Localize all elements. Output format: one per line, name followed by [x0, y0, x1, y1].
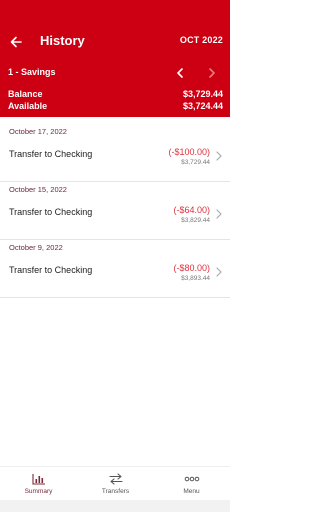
bottom-tab-bar: Summary Transfers Menu — [0, 466, 230, 501]
transaction-amount: (-$64.00) — [173, 205, 210, 215]
month-label[interactable]: OCT 2022 — [180, 35, 223, 45]
transfer-arrows-icon — [108, 473, 123, 485]
transaction-amount: (-$100.00) — [168, 147, 210, 157]
back-arrow-icon — [10, 36, 22, 48]
chevron-right-icon — [216, 151, 222, 161]
next-account-button[interactable] — [204, 64, 220, 82]
tab-menu[interactable]: Menu — [153, 467, 230, 501]
transaction-description: Transfer to Checking — [9, 207, 93, 217]
balance-value: $3,729.44 — [182, 89, 223, 99]
system-navigation-bar — [0, 500, 230, 512]
transaction-running-balance: $3,829.44 — [181, 217, 210, 224]
chevron-left-icon — [177, 68, 183, 78]
previous-account-button[interactable] — [172, 64, 188, 82]
back-button[interactable] — [6, 31, 26, 53]
balance-label: Balance — [8, 89, 43, 99]
header: History OCT 2022 1 - Savings Balance $3,… — [0, 0, 230, 117]
account-name: 1 - Savings — [8, 67, 56, 77]
transaction-description: Transfer to Checking — [9, 149, 93, 159]
available-value: $3,724.44 — [182, 101, 223, 111]
title-bar: History OCT 2022 — [0, 28, 230, 56]
transaction-description: Transfer to Checking — [9, 265, 93, 275]
tab-label: Menu — [183, 488, 200, 495]
tab-label: Transfers — [101, 488, 130, 495]
page-title: History — [40, 33, 85, 48]
tab-label: Summary — [24, 488, 53, 495]
transaction-row[interactable]: Transfer to Checking (-$80.00) $3,893.44 — [0, 257, 230, 297]
chevron-right-icon — [216, 267, 222, 277]
transaction-row[interactable]: Transfer to Checking (-$64.00) $3,829.44 — [0, 199, 230, 239]
divider — [0, 297, 230, 298]
chevron-right-icon — [209, 68, 215, 78]
more-dots-icon — [184, 476, 199, 482]
date-header: October 9, 2022 — [9, 243, 63, 252]
tab-transfers[interactable]: Transfers — [77, 467, 154, 501]
bar-chart-icon — [31, 474, 45, 485]
transaction-row[interactable]: Transfer to Checking (-$100.00) $3,729.4… — [0, 141, 230, 181]
chevron-right-icon — [216, 209, 222, 219]
available-label: Available — [8, 101, 48, 111]
transaction-running-balance: $3,729.44 — [181, 159, 210, 166]
transaction-running-balance: $3,893.44 — [181, 275, 210, 282]
date-header: October 17, 2022 — [9, 127, 67, 136]
transaction-amount: (-$80.00) — [173, 263, 210, 273]
available-row: Available $3,724.44 — [8, 101, 223, 113]
account-selector: 1 - Savings — [0, 62, 230, 82]
date-header: October 15, 2022 — [9, 185, 67, 194]
balance-row: Balance $3,729.44 — [8, 89, 223, 101]
tab-summary[interactable]: Summary — [0, 467, 77, 501]
